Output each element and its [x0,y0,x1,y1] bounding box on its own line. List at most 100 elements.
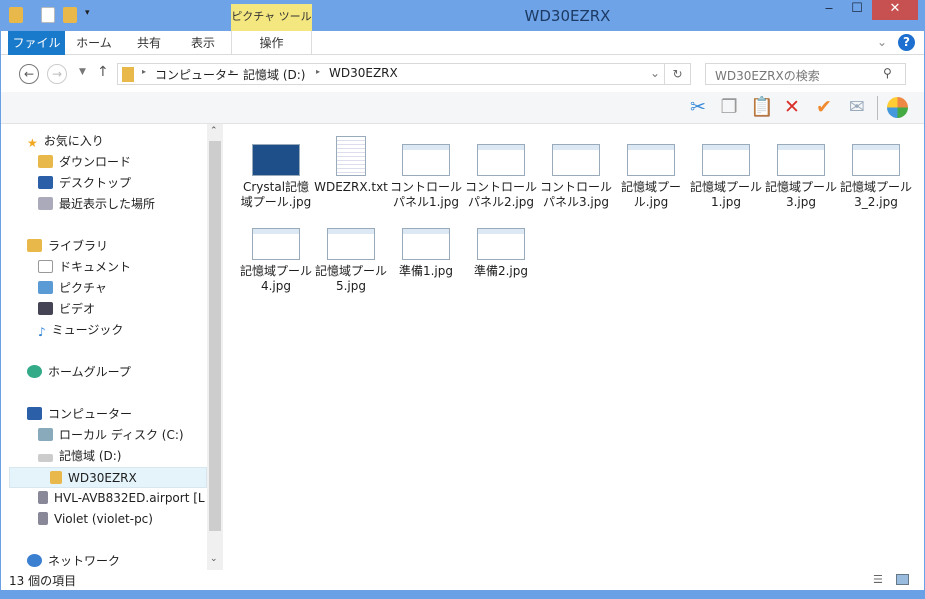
refresh-button[interactable]: ↻ [665,63,691,85]
nav-favorites[interactable]: ★ お気に入り [27,131,104,152]
file-item[interactable]: 記憶域プール3.jpg [764,144,838,210]
navigation-pane: ★ お気に入り ダウンロード デスクトップ 最近表示した場所 ライブラリ ドキュメ… [1,124,207,570]
up-button[interactable]: ↑ [97,64,109,80]
file-item[interactable]: コントロールパネル2.jpg [464,144,538,210]
close-button[interactable]: ✕ [872,0,918,20]
image-thumbnail-icon [252,144,300,176]
minimize-button[interactable]: ‒ [816,0,842,20]
recent-places-icon [38,197,53,210]
large-icons-view-icon[interactable] [896,574,909,585]
nav-network-drive[interactable]: HVL-AVB832ED.airport [L [38,488,207,509]
nav-pictures[interactable]: ピクチャ [38,278,107,299]
nav-homegroup[interactable]: ホームグループ [27,362,131,383]
details-view-icon[interactable]: ☰ [873,573,883,586]
file-name: 記憶域プール.jpg [620,180,681,209]
tab-home[interactable]: ホーム [65,31,123,55]
chevron-right-icon: ▸ [316,67,321,76]
file-item[interactable]: 準備1.jpg [389,228,463,279]
file-name: 記憶域プール3_2.jpg [839,180,912,209]
image-thumbnail-icon [477,144,525,176]
file-name: コントロールパネル3.jpg [539,180,612,209]
search-icon[interactable]: ⚲ [883,66,892,80]
address-row: ← → ▼ ↑ ▸ コンピューター ▸ 記憶域 (D:) ▸ WD30EZRX … [1,55,924,92]
tab-file[interactable]: ファイル [8,31,65,55]
nav-downloads[interactable]: ダウンロード [38,152,131,173]
nav-computer[interactable]: コンピューター [27,404,132,425]
video-icon [38,302,53,315]
nav-label: ネットワーク [48,554,121,568]
nav-libraries[interactable]: ライブラリ [27,236,108,257]
cut-icon[interactable]: ✂ [687,96,709,118]
music-icon: ♪ [38,325,46,339]
nav-violet-pc[interactable]: Violet (violet-pc) [38,509,153,530]
search-input[interactable]: WD30EZRXの検索 [705,63,906,85]
tab-manage[interactable]: 操作 [231,31,312,55]
network-drive-icon [38,512,48,525]
tab-share[interactable]: 共有 [123,31,175,55]
back-button[interactable]: ← [19,64,39,84]
drive-icon [38,454,53,462]
file-item[interactable]: 記憶域プール1.jpg [689,144,763,210]
forward-button[interactable]: → [47,64,67,84]
image-thumbnail-icon [252,228,300,260]
breadcrumb-folder[interactable]: WD30EZRX [329,66,398,80]
nav-label: ローカル ディスク (C:) [59,428,184,442]
status-bar: 13 個の項目 ☰ [1,570,924,590]
help-icon[interactable]: ? [898,34,915,51]
scroll-down-icon[interactable]: ⌄ [210,554,218,564]
address-bar[interactable]: ▸ コンピューター ▸ 記憶域 (D:) ▸ WD30EZRX ⌄ [117,63,665,85]
file-item[interactable]: 記憶域プール5.jpg [314,228,388,294]
nav-network[interactable]: ネットワーク [27,551,120,572]
file-item[interactable]: 記憶域プール3_2.jpg [839,144,913,210]
file-item[interactable]: 記憶域プール4.jpg [239,228,313,294]
nav-label: デスクトップ [59,176,132,190]
nav-label: HVL-AVB832ED.airport [L [54,491,205,505]
nav-desktop[interactable]: デスクトップ [38,173,131,194]
file-item[interactable]: 準備2.jpg [464,228,538,279]
window-title: WD30EZRX [524,7,611,25]
address-dropdown-icon[interactable]: ⌄ [650,66,660,80]
nav-label: コンピューター [48,407,133,421]
expand-ribbon-icon[interactable]: ⌄ [877,35,887,49]
file-item[interactable]: 記憶域プール.jpg [614,144,688,210]
copy-icon[interactable]: ❐ [718,96,740,118]
check-icon[interactable]: ✔ [813,96,835,118]
file-item[interactable]: コントロールパネル3.jpg [539,144,613,210]
image-thumbnail-icon [552,144,600,176]
nav-local-disk-c[interactable]: ローカル ディスク (C:) [38,425,184,446]
file-item[interactable]: WDEZRX.txt [314,136,388,195]
scrollbar-thumb[interactable] [209,141,221,531]
nav-videos[interactable]: ビデオ [38,299,95,320]
image-thumbnail-icon [327,228,375,260]
paste-icon[interactable]: 📋 [750,96,774,118]
scroll-up-icon[interactable]: ⌃ [210,126,218,136]
item-count: 13 個の項目 [9,574,77,588]
file-name: 記憶域プール5.jpg [314,264,387,293]
tab-view[interactable]: 表示 [175,31,231,55]
nav-label: ピクチャ [59,281,107,295]
system-drive-icon [38,428,53,441]
nav-storage-d[interactable]: 記憶域 (D:) [38,446,121,467]
nav-label: 最近表示した場所 [59,197,156,211]
maximize-button[interactable]: ☐ [844,0,870,20]
delete-icon[interactable]: ✕ [781,96,803,118]
nav-documents[interactable]: ドキュメント [38,257,131,278]
file-name: 記憶域プール4.jpg [239,264,312,293]
file-item[interactable]: コントロールパネル1.jpg [389,144,463,210]
desktop-icon [38,176,53,189]
nav-wd30ezrx[interactable]: WD30EZRX [9,467,207,488]
email-icon[interactable]: ✉ [846,96,868,118]
title-bar: ▾ ピクチャ ツール WD30EZRX ‒ ☐ ✕ [0,0,925,31]
folder-icon [50,471,62,484]
breadcrumb-computer[interactable]: コンピューター [155,66,239,83]
recent-locations-icon[interactable]: ▼ [79,67,86,77]
file-item[interactable]: Crystal記憶域プール.jpg [239,144,313,210]
file-name: 準備1.jpg [398,264,454,278]
nav-music[interactable]: ♪ ミュージック [38,320,123,341]
nav-scrollbar[interactable]: ⌃ ⌄ [207,124,223,570]
ribbon-tabs: ファイル ホーム 共有 表示 操作 ⌄ ? [1,31,924,55]
file-name: コントロールパネル1.jpg [389,180,462,209]
color-wheel-icon[interactable] [887,97,908,118]
breadcrumb-drive[interactable]: 記憶域 (D:) [243,66,305,83]
nav-recent-places[interactable]: 最近表示した場所 [38,194,155,215]
